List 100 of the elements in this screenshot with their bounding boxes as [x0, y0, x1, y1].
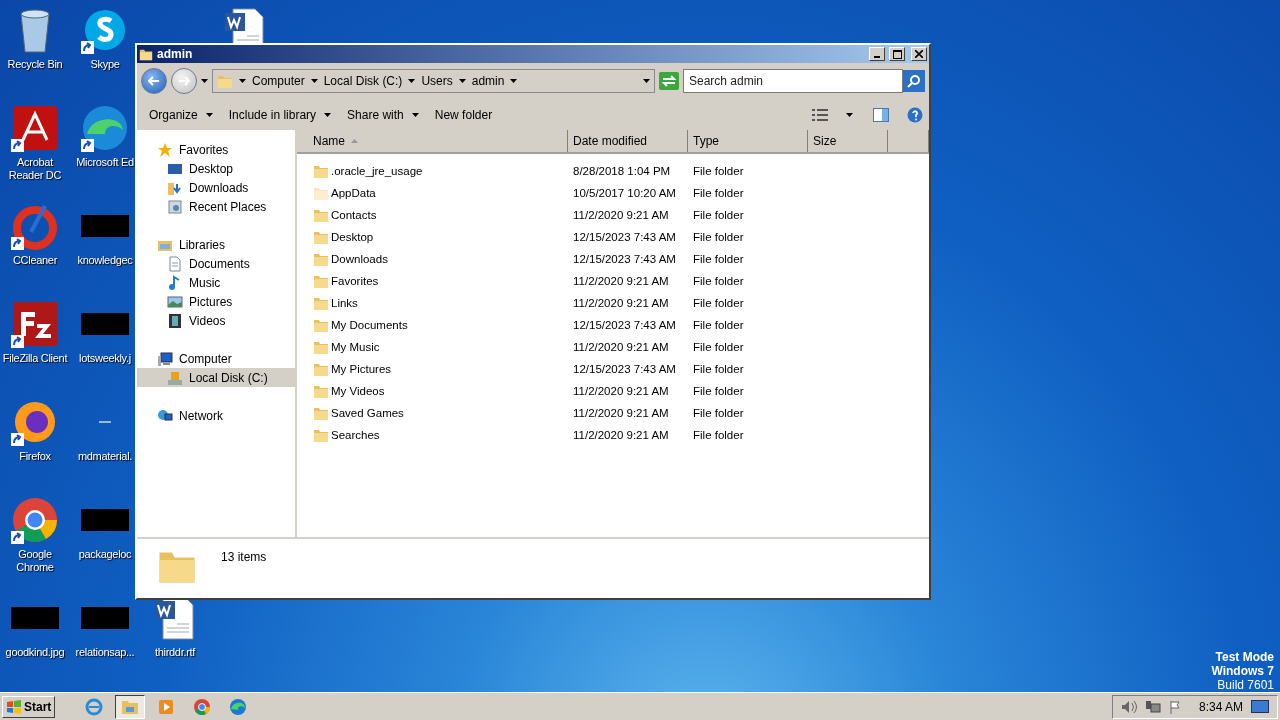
file-row[interactable]: Downloads: [297, 251, 568, 267]
date-cell-text: 11/2/2020 9:21 AM: [572, 385, 670, 397]
file-row[interactable]: My Pictures: [297, 361, 568, 377]
app-tile-icon: [11, 300, 59, 348]
minimize-button[interactable]: [869, 47, 885, 61]
nav-item[interactable]: Documents: [137, 254, 295, 273]
nav-item[interactable]: Network: [137, 406, 295, 425]
date-cell-text: 12/15/2023 7:43 AM: [572, 319, 677, 331]
file-row[interactable]: Searches: [297, 427, 568, 443]
nav-item[interactable]: Computer: [137, 349, 295, 368]
toolbar-button[interactable]: Share with: [341, 104, 425, 125]
folder-icon: [313, 427, 329, 443]
os-notice-text: Test Mode: [1215, 650, 1274, 664]
file-name: Searches: [331, 429, 380, 441]
nav-item[interactable]: Recent Places: [137, 197, 295, 216]
file-row[interactable]: .oracle_jre_usage: [297, 163, 568, 179]
start-button[interactable]: Start: [2, 695, 56, 718]
forward-arrow-icon: [178, 76, 190, 86]
breadcrumb-item[interactable]: admin: [471, 74, 505, 88]
icon-label: Acrobat Reader DC: [8, 156, 62, 182]
date-cell-text: 12/15/2023 7:43 AM: [572, 231, 677, 243]
search-button[interactable]: [903, 70, 925, 92]
file-name: Desktop: [331, 231, 374, 243]
wave-browser-icon: [229, 697, 248, 716]
back-arrow-icon: [148, 76, 160, 86]
folder-icon: [139, 47, 153, 61]
nav-item[interactable]: Pictures: [137, 292, 295, 311]
speaker-icon[interactable]: [1120, 699, 1137, 714]
address-bar[interactable]: Computer Local Disk (C:) Users admin: [212, 69, 655, 93]
sort-arrow-icon: [351, 139, 358, 143]
round-app-icon: [11, 496, 59, 544]
breadcrumb-item[interactable]: Users: [421, 74, 453, 88]
type-cell-text: File folder: [692, 187, 745, 199]
toolbar-button[interactable]: Organize: [143, 104, 219, 125]
nav-item[interactable]: Libraries: [137, 235, 295, 254]
type-cell-text: File folder: [692, 385, 745, 397]
taskbar-app-button[interactable]: [115, 694, 146, 719]
nav-item[interactable]: Music: [137, 273, 295, 292]
file-row[interactable]: My Music: [297, 339, 568, 355]
column-header[interactable]: Date modified: [568, 130, 688, 152]
file-name: Saved Games: [331, 407, 404, 419]
forward-button[interactable]: [171, 68, 197, 94]
close-button[interactable]: [911, 47, 927, 61]
file-row[interactable]: Desktop: [297, 229, 568, 245]
file-row[interactable]: Saved Games: [297, 405, 568, 421]
breadcrumb-item[interactable]: Computer: [252, 74, 305, 88]
clock[interactable]: 8:34 AM: [1198, 699, 1243, 714]
nav-item[interactable]: Favorites: [137, 140, 295, 159]
nav-item[interactable]: Local Disk (C:): [137, 368, 295, 387]
column-header[interactable]: Name: [297, 130, 568, 152]
browser-e-icon: [85, 697, 104, 716]
network-icon[interactable]: [1144, 699, 1161, 714]
view-list-icon[interactable]: [812, 107, 828, 122]
date-cell-text: 11/2/2020 9:21 AM: [572, 341, 670, 353]
search-field[interactable]: Search admin: [683, 69, 903, 93]
nav-item[interactable]: Downloads: [137, 178, 295, 197]
toolbar-button[interactable]: New folder: [428, 104, 499, 125]
file-row[interactable]: AppData: [297, 185, 568, 201]
image-thumbnail: [81, 215, 129, 237]
folder-icon: [313, 361, 329, 377]
folder-icon: [313, 405, 329, 421]
breadcrumb-item[interactable]: Local Disk (C:): [323, 74, 403, 88]
file-row[interactable]: My Videos: [297, 383, 568, 399]
nav-item[interactable]: Desktop: [137, 159, 295, 178]
file-row[interactable]: Links: [297, 295, 568, 311]
file-row[interactable]: Contacts: [297, 207, 568, 223]
recent-places-icon: [167, 198, 183, 215]
folder-icon: [313, 317, 329, 333]
caret-icon: [239, 79, 246, 83]
type-cell-text: File folder: [692, 297, 745, 309]
type-cell-text: File folder: [692, 231, 745, 243]
file-row[interactable]: Favorites: [297, 273, 568, 289]
preview-pane-icon[interactable]: [873, 107, 889, 122]
picture-icon: [167, 293, 183, 310]
maximize-button[interactable]: [889, 47, 905, 61]
type-cell-text: File folder: [692, 319, 745, 331]
maximize-icon: [892, 49, 902, 59]
nav-item[interactable]: Videos: [137, 311, 295, 330]
column-header[interactable]: Size: [808, 130, 888, 152]
back-button[interactable]: [141, 68, 167, 94]
folder-icon: [313, 339, 329, 355]
flag-logo-icon: [6, 699, 22, 714]
file-name: .oracle_jre_usage: [331, 165, 423, 177]
item-count: 13 items: [221, 550, 267, 564]
type-cell-text: File folder: [692, 165, 745, 177]
file-name: My Documents: [331, 319, 408, 331]
help-icon[interactable]: [907, 106, 923, 123]
type-cell-text: File folder: [692, 341, 745, 353]
caret-icon: [408, 79, 416, 83]
show-desktop-icon[interactable]: [1251, 699, 1269, 714]
flag-icon[interactable]: [1168, 699, 1183, 714]
network-icon: [157, 407, 173, 424]
file-row[interactable]: My Documents: [297, 317, 568, 333]
document-icon: [167, 255, 183, 272]
toolbar-button[interactable]: Include in library: [222, 104, 338, 125]
column-header[interactable]: Type: [688, 130, 808, 152]
refresh-icon[interactable]: [659, 72, 679, 90]
broom-icon: [11, 202, 59, 250]
icon-label: FileZilla Client: [2, 352, 68, 365]
type-cell-text: File folder: [692, 209, 745, 221]
